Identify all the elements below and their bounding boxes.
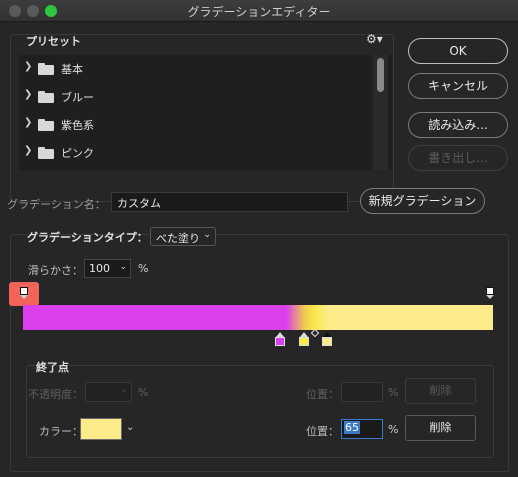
preset-scrollbar[interactable] <box>373 55 388 170</box>
opacity-stop-pointer <box>486 295 494 299</box>
color-stop-swatch <box>299 337 309 346</box>
window-title: グラデーションエディター <box>187 5 331 19</box>
gradient-type-select[interactable]: べた塗り ⌄ <box>150 227 216 246</box>
color-stop-magenta[interactable] <box>275 332 285 346</box>
opacity-delete-button[interactable]: 削除 <box>405 378 476 404</box>
gear-icon[interactable]: ⚙▾ <box>366 32 384 46</box>
preset-folder-label: ピンク <box>61 147 94 160</box>
chevron-right-icon[interactable]: ❯ <box>24 145 32 156</box>
chevron-down-icon: ⌄ <box>120 385 128 395</box>
preset-folder-label: 基本 <box>61 63 83 76</box>
color-location-input[interactable]: 65 <box>341 419 383 439</box>
color-stop-swatch <box>322 337 332 346</box>
ok-button[interactable]: OK <box>408 38 508 64</box>
opacity-label: 不透明度： <box>28 388 83 401</box>
folder-icon <box>38 147 54 159</box>
opacity-location-label: 位置： <box>306 388 339 401</box>
opacity-stop-left[interactable] <box>19 287 29 299</box>
color-stop-swatch <box>275 337 285 346</box>
opacity-location-unit: % <box>388 386 399 399</box>
preset-folder-label: ブルー <box>61 91 94 104</box>
preset-list: ❯ 基本 ❯ ブルー ❯ 紫色系 ❯ ピンク <box>19 55 392 170</box>
smoothness-label: 滑らかさ： <box>28 264 83 277</box>
stops-label: 終了点 <box>36 361 69 374</box>
scroll-thumb[interactable] <box>377 58 384 92</box>
color-delete-button[interactable]: 削除 <box>405 415 476 441</box>
color-location-value: 65 <box>344 421 360 434</box>
preset-folder-blue[interactable]: ❯ ブルー <box>19 83 369 111</box>
load-button[interactable]: 読み込み... <box>408 112 508 138</box>
title-bar: グラデーションエディター <box>0 0 518 22</box>
preset-folder-label: 紫色系 <box>61 119 94 132</box>
export-button[interactable]: 書き出し... <box>408 145 508 171</box>
opacity-stop-pointer <box>20 295 28 299</box>
new-gradient-button[interactable]: 新規グラデーション <box>360 188 485 214</box>
cancel-button[interactable]: キャンセル <box>408 73 508 99</box>
chevron-down-icon[interactable]: ⌄ <box>119 262 127 272</box>
gradient-editor-dialog: プリセット ⚙▾ ❯ 基本 ❯ ブルー ❯ 紫色系 ❯ ピンク OK キャンセル… <box>0 22 518 477</box>
opacity-stop-right[interactable] <box>485 287 495 299</box>
smoothness-input[interactable]: 100 ⌄ <box>84 259 131 278</box>
color-swatch[interactable] <box>80 418 122 440</box>
opacity-input[interactable]: ⌄ <box>85 382 132 402</box>
gradient-name-label: グラデーション名： <box>7 198 106 211</box>
color-label: カラー： <box>39 425 83 438</box>
gradient-type-label: グラデーションタイプ： <box>27 231 148 244</box>
opacity-stop-square <box>486 287 494 295</box>
smoothness-unit: % <box>138 262 149 275</box>
opacity-stop-square <box>20 287 28 295</box>
opacity-unit: % <box>138 386 149 399</box>
preset-folder-pink[interactable]: ❯ ピンク <box>19 139 369 167</box>
gradient-name-input[interactable]: カスタム <box>111 192 348 212</box>
presets-label: プリセット <box>26 35 81 48</box>
color-stop-light-yellow[interactable] <box>322 332 332 346</box>
gradient-type-value: べた塗り <box>156 232 200 245</box>
chevron-down-icon: ⌄ <box>203 230 211 240</box>
color-stop-yellow[interactable] <box>299 332 309 346</box>
chevron-right-icon[interactable]: ❯ <box>24 61 32 72</box>
preset-folder-purple[interactable]: ❯ 紫色系 <box>19 111 369 139</box>
folder-icon <box>38 63 54 75</box>
chevron-down-icon[interactable]: ⌄ <box>126 422 134 433</box>
folder-icon <box>38 91 54 103</box>
opacity-location-input[interactable] <box>341 382 383 402</box>
gradient-preview-bar[interactable] <box>23 305 493 330</box>
preset-folder-basic[interactable]: ❯ 基本 <box>19 55 369 83</box>
smoothness-value: 100 <box>89 262 110 275</box>
chevron-right-icon[interactable]: ❯ <box>24 117 32 128</box>
folder-icon <box>38 119 54 131</box>
chevron-right-icon[interactable]: ❯ <box>24 89 32 100</box>
color-location-unit: % <box>388 423 399 436</box>
color-location-label: 位置： <box>306 425 339 438</box>
